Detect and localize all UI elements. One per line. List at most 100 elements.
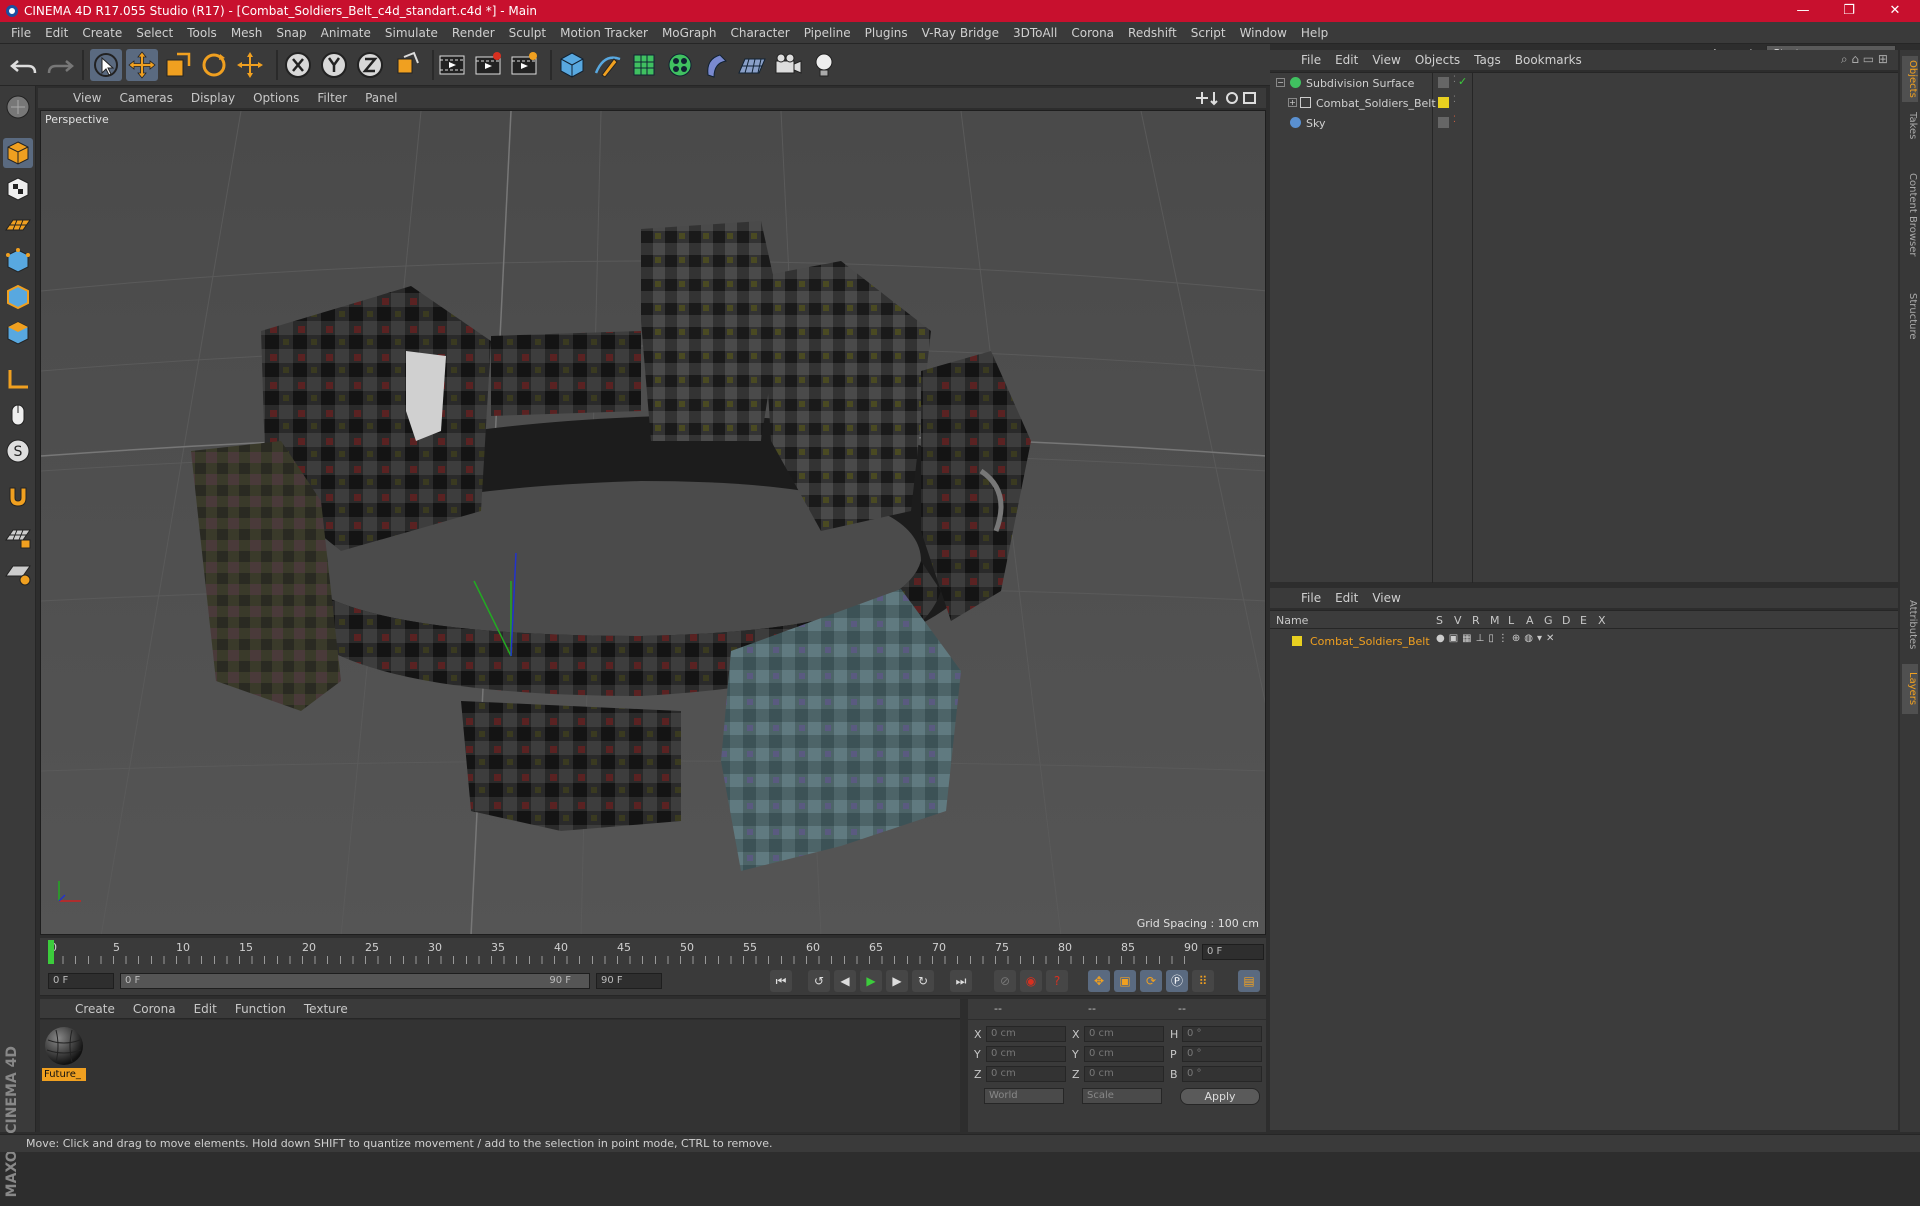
object-menu-bookmarks[interactable]: Bookmarks	[1508, 53, 1589, 67]
start-frame-field[interactable]: 0 F	[48, 973, 114, 989]
tab-attributes[interactable]: Attributes	[1902, 590, 1918, 660]
visibility-dots-icon[interactable]: ⁚	[1453, 75, 1456, 85]
transform-tool-icon[interactable]	[234, 49, 266, 81]
menu-corona[interactable]: Corona	[1064, 26, 1121, 40]
planar-workplane-icon[interactable]	[3, 558, 33, 588]
texture-mode-icon[interactable]	[3, 174, 33, 204]
viewport-menu-view[interactable]: View	[64, 91, 110, 105]
camera-icon[interactable]	[772, 49, 804, 81]
material-menu-texture[interactable]: Texture	[295, 1002, 357, 1016]
polygons-mode-icon[interactable]	[3, 318, 33, 348]
column-name[interactable]: Name	[1276, 614, 1308, 627]
layer-menu-view[interactable]: View	[1365, 591, 1407, 605]
object-row[interactable]: + Combat_Soldiers_Belt ⁚	[1270, 95, 1898, 115]
auto-keying-icon[interactable]: ◉	[1020, 970, 1042, 992]
object-row[interactable]: Sky ⁚	[1270, 115, 1898, 135]
menu-3dtoall[interactable]: 3DToAll	[1006, 26, 1064, 40]
perspective-viewport[interactable]: Perspective Grid Spacing : 100 cm	[40, 110, 1266, 935]
tab-content-browser[interactable]: Content Browser	[1902, 150, 1918, 280]
scale-tool-icon[interactable]	[162, 49, 194, 81]
object-name[interactable]: Subdivision Surface	[1306, 77, 1414, 90]
column-render[interactable]: R	[1472, 614, 1480, 627]
locked-workplane-icon[interactable]	[3, 522, 33, 552]
menu-sculpt[interactable]: Sculpt	[502, 26, 553, 40]
tab-layers[interactable]: Layers	[1902, 664, 1918, 714]
menu-file[interactable]: File	[4, 26, 38, 40]
pen-spline-icon[interactable]	[592, 49, 624, 81]
column-manager[interactable]: M	[1490, 614, 1500, 627]
go-to-start-icon[interactable]: ⏮	[770, 970, 792, 992]
material-menu-edit[interactable]: Edit	[185, 1002, 226, 1016]
visibility-dots-icon[interactable]: ⁚	[1453, 95, 1456, 105]
menu-help[interactable]: Help	[1294, 26, 1335, 40]
menu-vray-bridge[interactable]: V-Ray Bridge	[915, 26, 1006, 40]
timeline-scale[interactable]: 0 5 10 15 20 25 30 35 40 45 50 55 60 65 …	[48, 940, 1226, 964]
layer-color-swatch[interactable]	[1292, 636, 1302, 646]
frame-range-slider[interactable]: 0 F 90 F	[120, 973, 590, 989]
go-to-previous-key-icon[interactable]: ↺	[808, 970, 830, 992]
viewport-menu-cameras[interactable]: Cameras	[110, 91, 181, 105]
collapse-toggle-icon[interactable]: −	[1276, 78, 1285, 87]
edges-mode-icon[interactable]	[3, 282, 33, 312]
expand-toggle-icon[interactable]: +	[1288, 98, 1297, 107]
material-slot[interactable]: Future_	[42, 1024, 86, 1082]
tab-structure[interactable]: Structure	[1902, 286, 1918, 346]
rotation-key-icon[interactable]: ⟳	[1140, 970, 1162, 992]
layer-name[interactable]: Combat_Soldiers_Belt	[1310, 635, 1430, 648]
go-to-next-key-icon[interactable]: ↻	[912, 970, 934, 992]
object-menu-view[interactable]: View	[1365, 53, 1407, 67]
menu-window[interactable]: Window	[1233, 26, 1294, 40]
magnet-icon[interactable]	[3, 482, 33, 512]
coordinate-mode-dropdown[interactable]: World	[984, 1088, 1064, 1104]
x-axis-lock-icon[interactable]	[282, 49, 314, 81]
viewport-navigation-icons[interactable]	[1194, 90, 1258, 106]
minimize-button[interactable]: —	[1780, 0, 1826, 22]
menu-edit[interactable]: Edit	[38, 26, 75, 40]
menu-character[interactable]: Character	[723, 26, 796, 40]
go-to-end-icon[interactable]: ⏭	[950, 970, 972, 992]
size-x-field[interactable]: 0 cm	[1084, 1026, 1164, 1042]
y-axis-lock-icon[interactable]	[318, 49, 350, 81]
menu-create[interactable]: Create	[75, 26, 129, 40]
deformer-bend-icon[interactable]	[700, 49, 732, 81]
column-view[interactable]: V	[1454, 614, 1462, 627]
column-expressions[interactable]: E	[1580, 614, 1587, 627]
tab-objects[interactable]: Objects	[1902, 56, 1918, 102]
next-frame-icon[interactable]: ▶	[886, 970, 908, 992]
timeline-window-icon[interactable]: ▤	[1238, 970, 1260, 992]
mograph-cloner-icon[interactable]	[664, 49, 696, 81]
playhead[interactable]	[48, 940, 54, 964]
menu-render[interactable]: Render	[445, 26, 502, 40]
rotation-p-field[interactable]: 0 °	[1182, 1046, 1262, 1062]
size-z-field[interactable]: 0 cm	[1084, 1066, 1164, 1082]
layer-menu-file[interactable]: File	[1294, 591, 1328, 605]
material-menu-function[interactable]: Function	[226, 1002, 295, 1016]
rotation-b-field[interactable]: 0 °	[1182, 1066, 1262, 1082]
rotate-tool-icon[interactable]	[198, 49, 230, 81]
menu-snap[interactable]: Snap	[269, 26, 313, 40]
layer-color-icon[interactable]	[1438, 97, 1449, 108]
enabled-check-icon[interactable]: ✓	[1458, 75, 1467, 88]
object-menu-tags[interactable]: Tags	[1467, 53, 1508, 67]
tweak-mode-icon[interactable]	[3, 400, 33, 430]
menu-tools[interactable]: Tools	[180, 26, 224, 40]
position-x-field[interactable]: 0 cm	[986, 1026, 1066, 1042]
previous-frame-icon[interactable]: ◀	[834, 970, 856, 992]
undo-icon[interactable]	[8, 49, 40, 81]
parameter-key-icon[interactable]: Ⓟ	[1166, 970, 1188, 992]
object-name[interactable]: Sky	[1306, 117, 1325, 130]
workplane-icon[interactable]	[3, 210, 33, 240]
position-z-field[interactable]: 0 cm	[986, 1066, 1066, 1082]
axis-mode-icon[interactable]	[3, 364, 33, 394]
size-mode-dropdown[interactable]: Scale	[1082, 1088, 1162, 1104]
column-xref[interactable]: X	[1598, 614, 1606, 627]
object-menu-edit[interactable]: Edit	[1328, 53, 1365, 67]
menu-animate[interactable]: Animate	[314, 26, 378, 40]
redo-icon[interactable]	[44, 49, 76, 81]
end-frame-field[interactable]: 90 F	[596, 973, 662, 989]
menu-motion-tracker[interactable]: Motion Tracker	[553, 26, 655, 40]
material-menu-corona[interactable]: Corona	[124, 1002, 185, 1016]
viewport-menu-filter[interactable]: Filter	[308, 91, 356, 105]
layer-tag-icon[interactable]	[1438, 77, 1449, 88]
close-button[interactable]: ✕	[1872, 0, 1918, 22]
